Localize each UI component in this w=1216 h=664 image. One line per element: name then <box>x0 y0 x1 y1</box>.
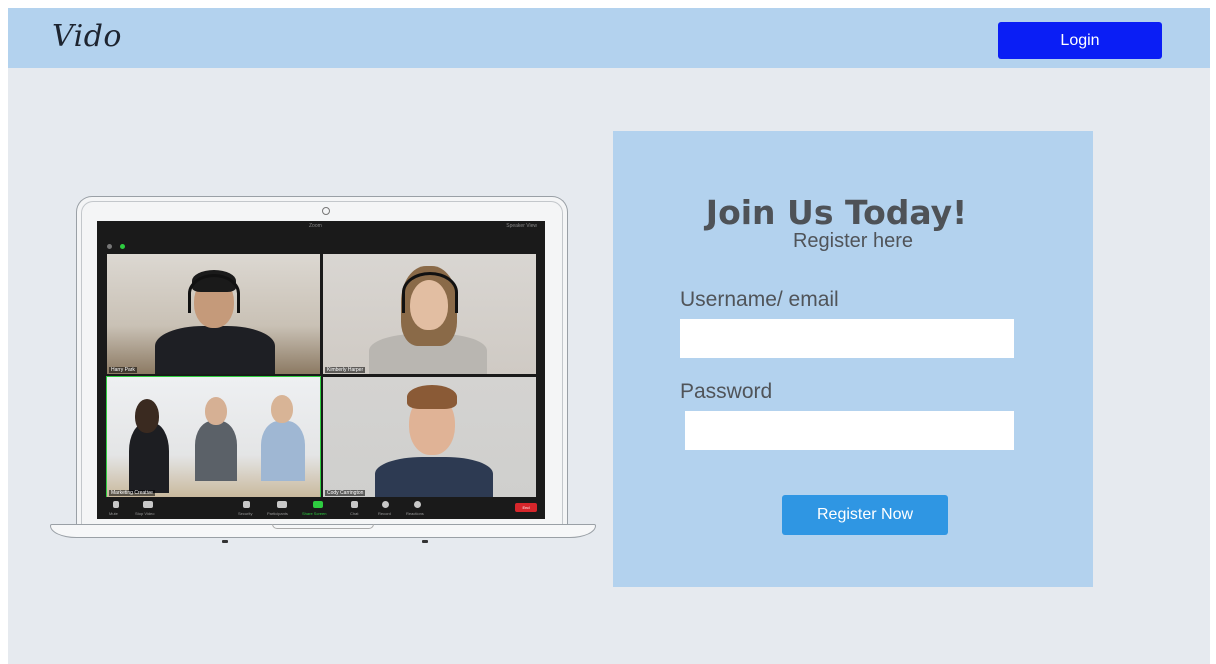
participant-tile: Kimberly Harper <box>323 254 536 374</box>
shield-icon <box>243 501 250 508</box>
participant-tile: Harry Park <box>107 254 320 374</box>
participant-name: Cody Carrington <box>325 490 366 496</box>
navbar: Vido Login <box>8 8 1210 68</box>
video-camera-icon <box>143 501 153 508</box>
camera-icon <box>322 207 330 215</box>
status-dots <box>107 236 129 254</box>
record-icon <box>382 501 389 508</box>
share-screen-icon <box>313 501 323 508</box>
microphone-icon <box>113 501 119 508</box>
page: Vido Login Zoom Speaker View Harry Park … <box>8 8 1210 664</box>
participant-grid: Harry Park Kimberly Harper Marketing Cre… <box>106 254 536 498</box>
call-title-bar: Zoom Speaker View <box>97 221 545 231</box>
reactions-icon <box>414 501 421 508</box>
login-button[interactable]: Login <box>998 22 1162 59</box>
call-app-title: Zoom <box>309 223 322 229</box>
register-subheading: Register here <box>792 230 914 252</box>
participant-tile: Cody Carrington <box>323 377 536 497</box>
register-heading: Join Us Today! <box>705 193 968 232</box>
participant-name: Harry Park <box>109 367 137 373</box>
participant-image <box>191 395 241 497</box>
participant-name: Marketing Creative <box>109 490 155 496</box>
call-toolbar: Mute Stop Video Security Participants Sh… <box>97 497 545 519</box>
laptop-illustration: Zoom Speaker View Harry Park Kimberly Ha… <box>50 196 596 546</box>
chat-icon <box>351 501 358 508</box>
laptop-lid: Zoom Speaker View Harry Park Kimberly Ha… <box>76 196 568 524</box>
register-button[interactable]: Register Now <box>782 495 948 535</box>
participant-tile-active: Marketing Creative <box>106 376 321 498</box>
participant-image <box>363 262 493 374</box>
username-input[interactable] <box>680 319 1014 358</box>
info-icon <box>107 244 112 249</box>
participant-image <box>369 381 499 497</box>
username-label: Username/ email <box>680 288 839 311</box>
brand-logo[interactable]: Vido <box>52 19 122 54</box>
secure-icon <box>120 244 126 249</box>
laptop-notch <box>272 524 374 529</box>
password-label: Password <box>680 380 773 403</box>
participant-name: Kimberly Harper <box>325 367 366 373</box>
people-icon <box>277 501 287 508</box>
video-call-screen: Zoom Speaker View Harry Park Kimberly Ha… <box>97 221 545 519</box>
view-mode-label: Speaker View <box>506 223 537 229</box>
end-call-button: End <box>515 503 537 512</box>
password-input[interactable] <box>685 411 1014 450</box>
participant-image <box>121 393 181 497</box>
participant-image <box>155 264 275 374</box>
participant-image <box>255 393 311 497</box>
register-panel: Join Us Today! Register here Username/ e… <box>613 131 1093 587</box>
